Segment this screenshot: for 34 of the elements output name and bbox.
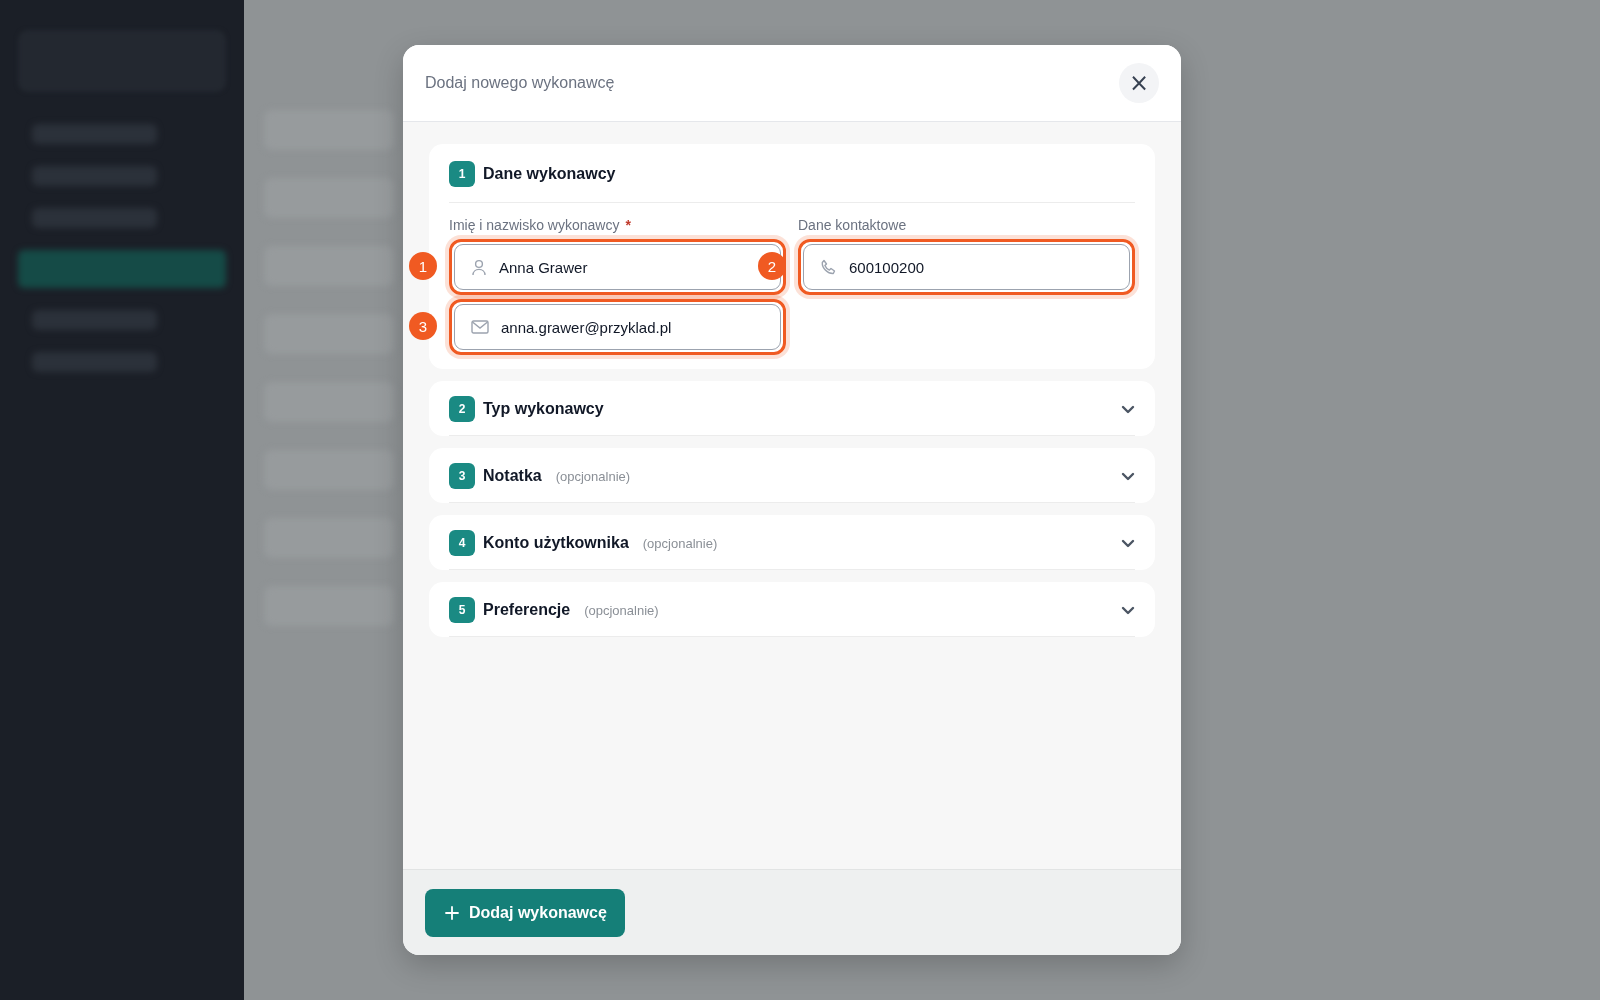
optional-note: (opcjonalnie) [555,468,631,484]
optional-note: (opcjonalnie) [642,535,718,551]
section-title[interactable]: Notatka [483,467,542,485]
section-title[interactable]: Preferencje [483,601,571,619]
section-title[interactable]: Typ wykonawcy [483,400,604,418]
chevron-icon[interactable] [1121,605,1135,615]
field-label: Dane kontaktowe [798,217,907,233]
optional-note: (opcjonalnie) [584,602,659,618]
add-contractor-button[interactable]: Dodaj wykonawcę [425,888,625,937]
required-mark: * [625,217,631,233]
chevron-icon[interactable] [1121,538,1135,548]
section-title[interactable]: Konto użytkownika [483,534,629,552]
step-number: 1 [449,161,475,187]
field-value: Anna Grawer [499,258,588,276]
phone-icon [820,258,837,276]
field-label: Imię i nazwisko wykonawcy [449,217,620,233]
close-button[interactable]: × [1119,63,1159,103]
annotation-badge: 1 [409,252,437,280]
dialog-title: Dodaj nowego wykonawcę [425,74,615,92]
field-value: 600100200 [849,258,925,276]
field-value: anna.grawer@przyklad.pl [501,318,672,336]
input-field[interactable]: 600100200 [803,244,1130,290]
person-icon [471,258,487,276]
annotation-badge: 3 [409,312,437,340]
step-number: 3 [449,463,475,489]
input-field[interactable]: anna.grawer@przyklad.pl [454,304,781,350]
plus-icon [445,905,459,920]
section-title[interactable]: Dane wykonawcy [483,165,616,183]
chevron-icon[interactable] [1121,471,1135,481]
chevron-icon[interactable] [1121,404,1135,414]
step-number: 4 [449,530,475,556]
step-number: 5 [449,597,475,623]
envelope-icon [471,320,489,334]
step-number: 2 [449,396,475,422]
